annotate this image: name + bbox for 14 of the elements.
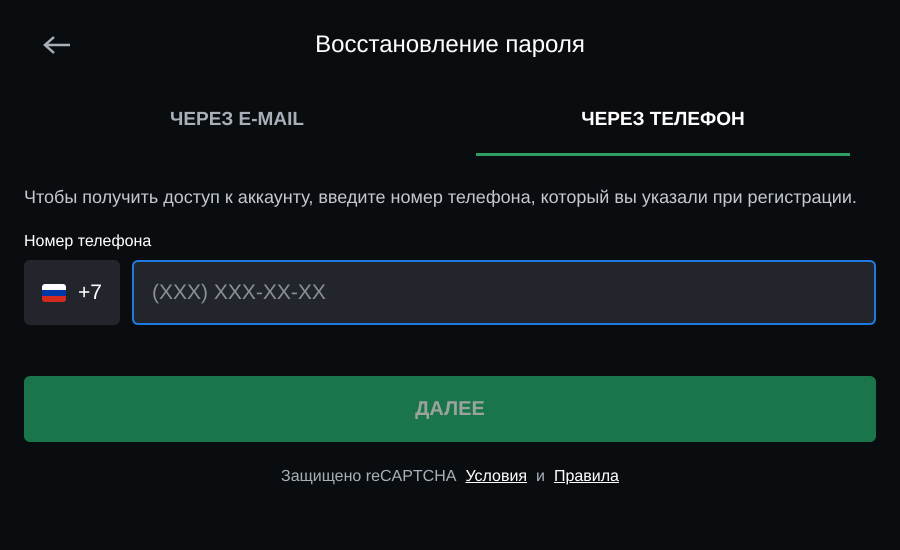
flag-icon: [42, 284, 66, 302]
field-label: Номер телефона: [24, 232, 152, 252]
tab[interactable]: ЧЕРЕЗ E-MAIL: [50, 90, 424, 156]
terms-link[interactable]: Условия: [465, 465, 528, 489]
country-code-selector[interactable]: +7: [24, 260, 120, 325]
country-code: +7: [78, 280, 102, 306]
phone-input-field[interactable]: (XXX) XXX-XX-XX: [132, 260, 876, 325]
instruction-text: Чтобы получить доступ к аккаунту, введите номер телефона, который вы указали при регистрации.: [24, 186, 858, 209]
tab[interactable]: ЧЕРЕЗ ТЕЛЕФОН: [476, 90, 850, 156]
page-title: Восстановление пароля: [315, 30, 585, 60]
back-arrow-icon: [42, 35, 72, 55]
conjunction-text: и: [536, 467, 545, 487]
recaptcha-notice: Защищено reCAPTCHA: [281, 467, 456, 487]
rules-link[interactable]: Правила: [554, 465, 619, 489]
